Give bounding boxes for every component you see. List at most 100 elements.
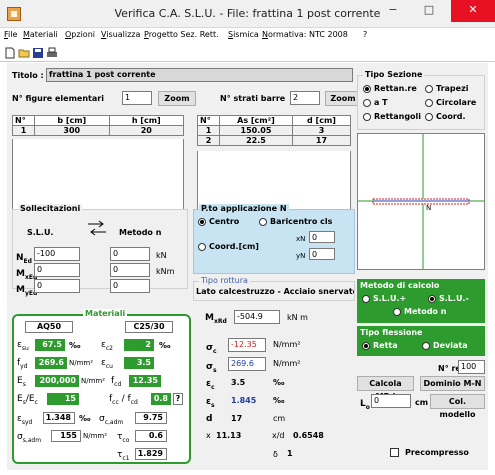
save-icon[interactable]	[32, 47, 44, 59]
barre-table-cell[interactable]: 3	[291, 125, 352, 136]
xn-input[interactable]: 0	[309, 231, 335, 243]
barre-table-cell[interactable]: 2	[197, 135, 220, 146]
fcd-value[interactable]: 12.35	[129, 375, 161, 387]
col-modello-button[interactable]: Col. modello	[430, 394, 485, 419]
figure-zoom-button[interactable]: Zoom	[158, 91, 196, 106]
radio-slu-plus-label: S.L.U.+	[373, 294, 407, 303]
tc0-value[interactable]: 0.6	[135, 430, 167, 442]
figure-input[interactable]: 1	[122, 91, 152, 105]
mxed-input[interactable]: 0	[34, 263, 80, 277]
maximize-button[interactable]: □	[415, 0, 443, 22]
x-label: x	[206, 431, 211, 440]
radio-circolare[interactable]	[425, 99, 433, 107]
strati-input[interactable]: 2	[290, 91, 320, 105]
radio-retta[interactable]	[362, 342, 370, 350]
radio-metodo-n[interactable]	[393, 308, 401, 316]
ss-adm-value[interactable]: 155	[51, 430, 81, 442]
mxed-unit: kNm	[156, 267, 175, 276]
fcd-label: fcd	[111, 376, 122, 388]
esyd-value: 1.348	[43, 412, 75, 424]
applicazione-title: P.to applicazione N	[199, 204, 289, 213]
radio-coord-cm[interactable]	[198, 243, 206, 251]
radio-rettangolare-label: Rettan.re	[374, 84, 417, 93]
menu-visualizza[interactable]: Visualizza	[101, 30, 140, 39]
myed-n-input[interactable]: 0	[110, 279, 150, 293]
figure-table-header: h [cm]	[108, 115, 185, 126]
ec2-value[interactable]: 2	[124, 339, 154, 351]
close-button[interactable]: ✕	[451, 0, 495, 22]
swap-arrows-icon[interactable]	[86, 218, 108, 238]
strati-zoom-button[interactable]: Zoom	[325, 91, 361, 106]
calcola-mrd-button[interactable]: Calcola MRd	[357, 376, 414, 401]
eps-c-value: 3.5	[231, 378, 246, 387]
menu-sismica[interactable]: Sismica	[228, 30, 259, 39]
new-file-icon[interactable]	[4, 47, 16, 59]
myed-input[interactable]: 0	[34, 279, 80, 293]
radio-deviata-label: Deviata	[433, 341, 468, 350]
barre-table-cell[interactable]: 1	[197, 125, 220, 136]
lo-input[interactable]: 0	[371, 394, 411, 408]
print-icon[interactable]	[46, 47, 58, 59]
menu-file[interactable]: File	[4, 30, 17, 39]
figure-table-cell[interactable]: 300	[34, 125, 110, 136]
d-label: d	[206, 414, 213, 424]
concrete-class-select[interactable]: C25/30	[125, 321, 173, 333]
titolo-input[interactable]: frattina 1 post corrente	[46, 68, 353, 82]
figure-label: N° figure elementari	[12, 94, 104, 103]
radio-deviata[interactable]	[422, 342, 430, 350]
menu-opzioni[interactable]: Opzioni	[65, 30, 95, 39]
radio-rettangoli[interactable]	[363, 113, 371, 121]
figure-table-cell[interactable]: 20	[108, 125, 185, 136]
metodo-n-label: Metodo n	[119, 228, 162, 237]
radio-centro[interactable]	[198, 218, 206, 226]
tc1-label: τc1	[117, 450, 130, 462]
dominio-mn-button[interactable]: Dominio M-N	[420, 376, 485, 391]
radio-coord[interactable]	[425, 113, 433, 121]
esu-unit: ‰	[69, 341, 81, 350]
radio-slu-minus[interactable]	[428, 295, 436, 303]
es-value[interactable]: 200,000	[35, 375, 79, 387]
x-value: 11.13	[216, 431, 242, 440]
minimize-button[interactable]: −	[379, 0, 407, 22]
precompresso-checkbox[interactable]	[390, 448, 399, 457]
fcc-fcd-value[interactable]: 0.8	[151, 393, 171, 405]
es-ec-ratio[interactable]: 15	[47, 393, 79, 405]
fcc-help-button[interactable]: ?	[173, 393, 183, 405]
menu-materiali[interactable]: Materiali	[23, 30, 58, 39]
steel-class-select[interactable]: AQ50	[25, 321, 73, 333]
yn-input[interactable]: 0	[309, 248, 335, 260]
radio-baricentro-label: Baricentro cls	[270, 217, 333, 226]
menu-progetto[interactable]: Progetto Sez. Rett.	[144, 30, 219, 39]
ned-n-input[interactable]: 0	[110, 247, 150, 261]
fyd-unit: N/mm²	[69, 359, 94, 367]
eps-s-label: εs	[206, 397, 215, 409]
figure-table-cell[interactable]: 1	[12, 125, 35, 136]
sigma-c-label: σc	[206, 343, 217, 355]
barre-table-cell[interactable]: 150.05	[219, 125, 293, 136]
lo-unit: cm	[415, 398, 429, 407]
tipo-flessione-group: Tipo flessione Retta Deviata	[357, 326, 485, 356]
radio-trapezi[interactable]	[425, 85, 433, 93]
nrett-input[interactable]: 100	[458, 360, 485, 374]
menu-normativa[interactable]: Normativa: NTC 2008	[262, 30, 348, 39]
sigma-s-unit: N/mm²	[273, 359, 301, 368]
radio-baricentro[interactable]	[259, 218, 267, 226]
titolo-label: Titolo :	[12, 71, 44, 80]
esu-value[interactable]: 67.5	[35, 339, 65, 351]
radio-slu-plus[interactable]	[362, 295, 370, 303]
ss-adm-unit: N/mm²	[83, 432, 108, 440]
radio-a-t[interactable]	[363, 99, 371, 107]
sc-adm-value[interactable]: 9.75	[135, 412, 167, 424]
barre-table-cell[interactable]: 17	[291, 135, 352, 146]
ecu-value[interactable]: 3.5	[124, 357, 154, 369]
figure-table-header: N°	[12, 115, 35, 126]
ned-input[interactable]: -100	[34, 247, 80, 261]
menu-help[interactable]: ?	[363, 30, 367, 39]
open-folder-icon[interactable]	[18, 47, 30, 59]
mxed-n-input[interactable]: 0	[110, 263, 150, 277]
es-ec-label: Es/Ec	[17, 394, 38, 406]
delta-value: 1	[287, 449, 293, 458]
radio-rettangolare[interactable]	[363, 85, 371, 93]
barre-table-cell[interactable]: 22.5	[219, 135, 293, 146]
fyd-value[interactable]: 269.6	[35, 357, 67, 369]
